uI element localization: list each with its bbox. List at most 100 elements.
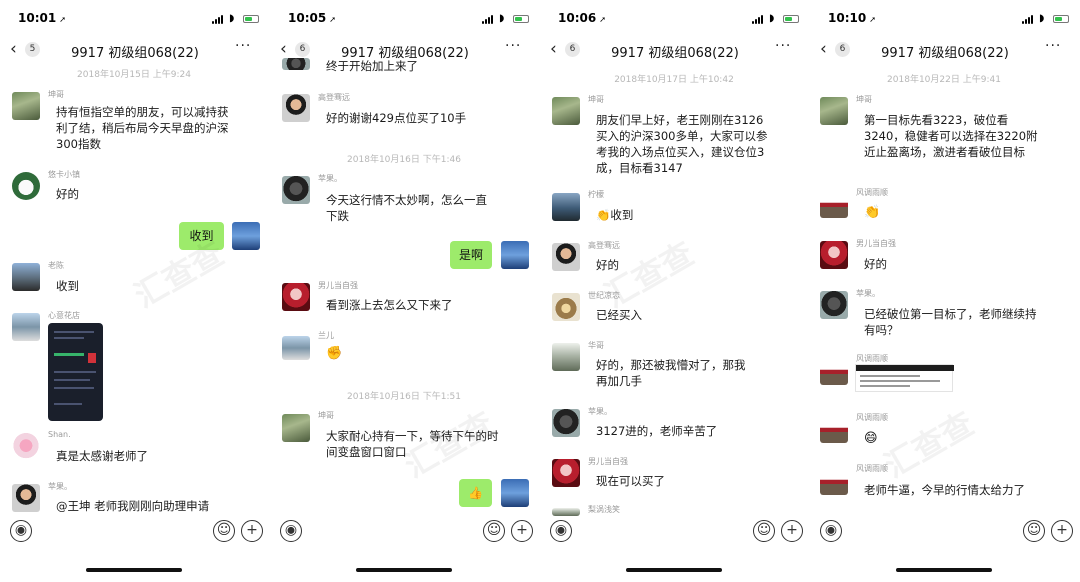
emoji-message: 👏 <box>864 205 881 220</box>
message-timestamp: 2018年10月15日 上午9:24 <box>77 70 191 80</box>
avatar[interactable] <box>820 97 848 125</box>
avatar[interactable] <box>552 459 580 487</box>
voice-icon[interactable]: ◉ <box>820 520 842 542</box>
avatar[interactable] <box>282 414 310 442</box>
wifi-icon: ◗ <box>499 13 505 24</box>
avatar[interactable] <box>12 263 40 291</box>
message-text: 现在可以买了 <box>596 474 665 488</box>
plus-icon[interactable]: + <box>511 520 533 542</box>
sender-name: 苹果。 <box>856 289 880 298</box>
signal-icon <box>752 15 766 24</box>
sender-name: 世纪凉恋 <box>588 291 620 300</box>
sender-name: 坤哥 <box>856 95 872 104</box>
message-text: 3127进的，老师辛苦了 <box>596 424 718 438</box>
chat-title: 9917 初级组068(22) <box>611 46 739 61</box>
avatar[interactable] <box>820 357 848 385</box>
home-indicator <box>896 568 992 572</box>
back-arrow-icon[interactable]: ‹ <box>550 39 557 59</box>
sender-name: 坤哥 <box>48 90 64 99</box>
voice-icon[interactable]: ◉ <box>10 520 32 542</box>
avatar[interactable] <box>820 241 848 269</box>
home-indicator <box>626 568 722 572</box>
back-arrow-icon[interactable]: ‹ <box>10 39 17 59</box>
back-arrow-icon[interactable]: ‹ <box>280 39 287 59</box>
input-bar: ◉ ☺ + <box>270 520 538 548</box>
battery-icon <box>1053 15 1069 23</box>
back-arrow-icon[interactable]: ‹ <box>820 39 827 59</box>
emoji-icon[interactable]: ☺ <box>213 520 235 542</box>
avatar[interactable] <box>12 313 40 341</box>
nav-bar: ‹ 5 9917 初级组068(22) ··· <box>0 36 268 64</box>
clock: 10:06 ➚ <box>558 11 606 25</box>
sender-name: 高登骞远 <box>588 241 620 250</box>
my-avatar[interactable] <box>501 241 529 269</box>
avatar[interactable] <box>552 343 580 371</box>
sender-name: 苹果。 <box>588 407 612 416</box>
outgoing-emoji-bubble[interactable]: 👍 <box>459 479 492 507</box>
avatar[interactable] <box>282 283 310 311</box>
avatar[interactable] <box>12 172 40 200</box>
status-bar: 10:10 ➚ ◗ <box>810 8 1078 30</box>
more-icon[interactable]: ··· <box>505 38 521 54</box>
battery-icon <box>513 15 529 23</box>
avatar[interactable] <box>552 243 580 271</box>
chat-title: 9917 初级组068(22) <box>71 46 199 61</box>
sender-name: 华哥 <box>588 341 604 350</box>
more-icon[interactable]: ··· <box>775 38 791 54</box>
sender-name: 坤哥 <box>588 95 604 104</box>
unread-badge: 5 <box>25 42 40 57</box>
avatar[interactable] <box>12 92 40 120</box>
nav-bar: ‹ 6 9917 初级组068(22) ··· <box>810 36 1078 64</box>
more-icon[interactable]: ··· <box>235 38 251 54</box>
message-text: 真是太感谢老师了 <box>56 449 148 463</box>
plus-icon[interactable]: + <box>241 520 263 542</box>
sender-name: 高登骞远 <box>318 93 350 102</box>
sender-name: 风调雨顺 <box>856 464 888 473</box>
clock: 10:05 ➚ <box>288 11 336 25</box>
status-bar: 10:05 ➚ ◗ <box>270 8 538 30</box>
wifi-icon: ◗ <box>1039 13 1045 24</box>
emoji-icon[interactable]: ☺ <box>753 520 775 542</box>
chat-screen-2: 10:05 ➚ ◗ ‹ 6 9917 初级组068(22) ··· 终于开始加上来… <box>270 0 538 582</box>
more-icon[interactable]: ··· <box>1045 38 1061 54</box>
plus-icon[interactable]: + <box>781 520 803 542</box>
plus-icon[interactable]: + <box>1051 520 1073 542</box>
avatar[interactable] <box>820 291 848 319</box>
battery-icon <box>783 15 799 23</box>
status-bar: 10:06 ➚ ◗ <box>540 8 808 30</box>
avatar[interactable] <box>12 433 40 461</box>
avatar[interactable] <box>820 467 848 495</box>
voice-icon[interactable]: ◉ <box>280 520 302 542</box>
image-message[interactable] <box>48 323 103 421</box>
emoji-icon[interactable]: ☺ <box>483 520 505 542</box>
avatar[interactable] <box>282 58 310 70</box>
avatar[interactable] <box>552 293 580 321</box>
image-message[interactable] <box>855 364 954 392</box>
chat-screen-1: 10:01 ➚ ◗ ‹ 5 9917 初级组068(22) ··· 2018年10… <box>0 0 268 582</box>
emoji-message: 😄 <box>864 431 878 446</box>
message-text: 好的谢谢429点位买了10手 <box>326 111 467 125</box>
avatar[interactable] <box>552 508 580 516</box>
avatar[interactable] <box>282 176 310 204</box>
avatar[interactable] <box>12 484 40 512</box>
message-text: 终于开始加上来了 <box>326 59 418 72</box>
battery-icon <box>243 15 259 23</box>
input-bar: ◉ ☺ + <box>810 520 1078 548</box>
chat-screen-3: 10:06 ➚ ◗ ‹ 6 9917 初级组068(22) ··· 2018年10… <box>540 0 808 582</box>
voice-icon[interactable]: ◉ <box>550 520 572 542</box>
avatar[interactable] <box>820 415 848 443</box>
avatar[interactable] <box>820 190 848 218</box>
my-avatar[interactable] <box>232 222 260 250</box>
message-text: 好的，那还被我懵对了，那我再加几手 <box>596 358 746 388</box>
sender-name: 风调雨顺 <box>856 188 888 197</box>
my-avatar[interactable] <box>501 479 529 507</box>
avatar[interactable] <box>552 409 580 437</box>
avatar[interactable] <box>552 97 580 125</box>
avatar[interactable] <box>282 336 310 360</box>
avatar[interactable] <box>282 94 310 122</box>
outgoing-bubble[interactable]: 是啊 <box>450 241 492 269</box>
emoji-icon[interactable]: ☺ <box>1023 520 1045 542</box>
input-bar: ◉ ☺ + <box>540 520 808 548</box>
avatar[interactable] <box>552 193 580 221</box>
outgoing-bubble[interactable]: 收到 <box>179 222 224 250</box>
